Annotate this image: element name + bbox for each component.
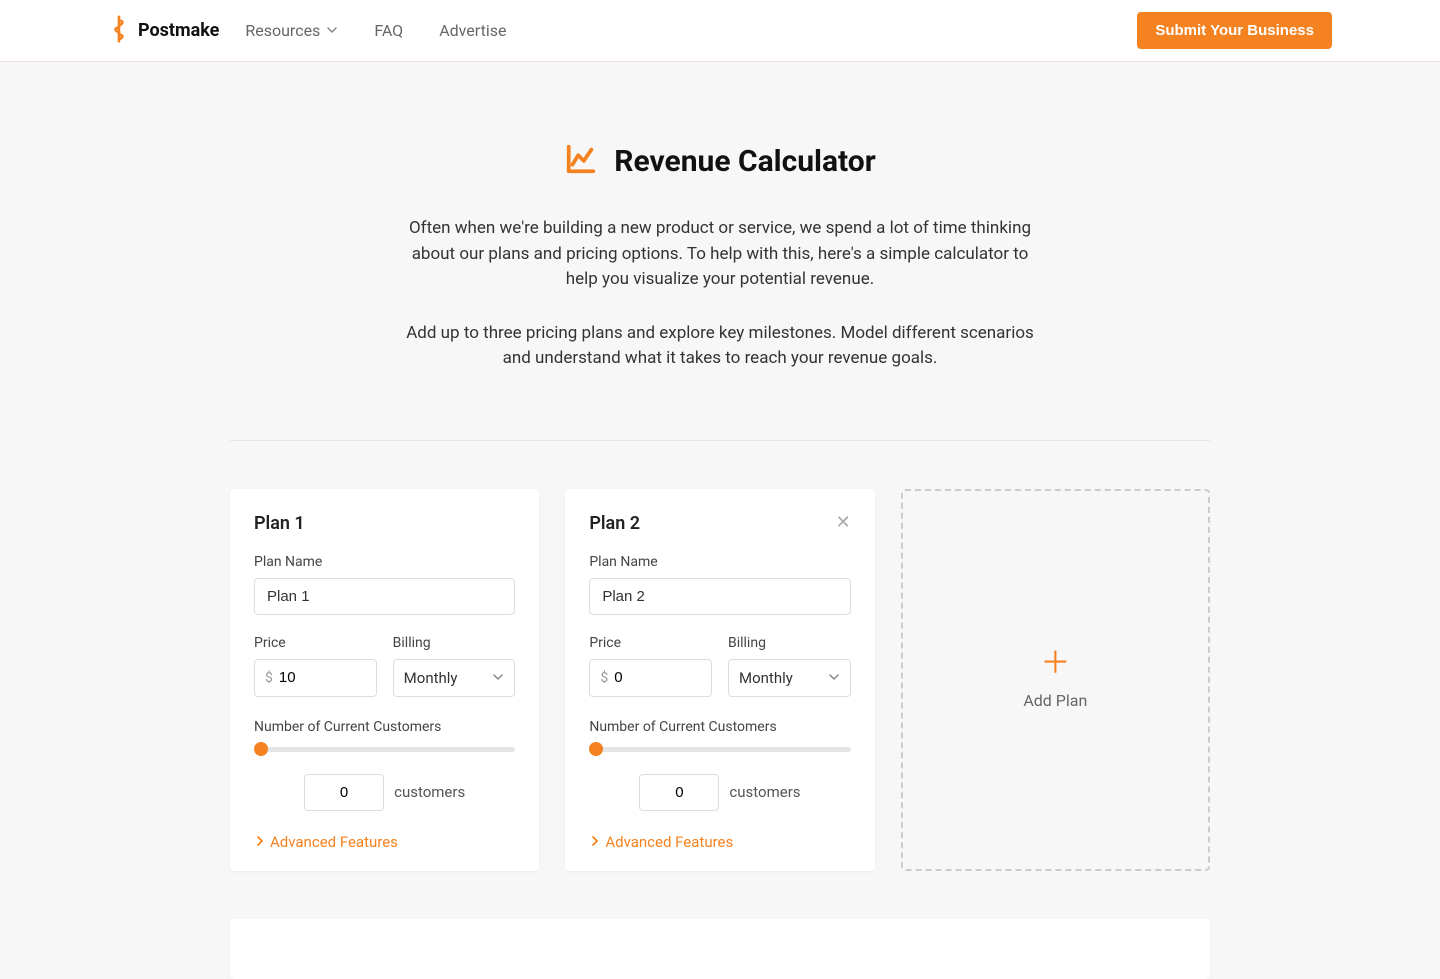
plan-1-advanced-label: Advanced Features xyxy=(270,833,398,851)
hero: Revenue Calculator Often when we're buil… xyxy=(230,142,1210,441)
plan-1-price-input[interactable] xyxy=(279,669,366,686)
plan-2-price-input[interactable] xyxy=(614,669,701,686)
currency-symbol: $ xyxy=(265,670,273,686)
plan-2-price-field[interactable]: $ xyxy=(589,659,712,697)
plan-2-billing-label: Billing xyxy=(728,635,851,651)
hero-paragraph-2: Add up to three pricing plans and explor… xyxy=(400,321,1040,372)
currency-symbol: $ xyxy=(600,670,608,686)
plan-2-name-label: Plan Name xyxy=(589,554,850,570)
plan-2-price-label: Price xyxy=(589,635,712,651)
chevron-down-icon xyxy=(828,668,840,687)
plan-2-billing-select[interactable]: Monthly xyxy=(728,659,851,697)
add-plan-button[interactable]: ＋ Add Plan xyxy=(901,489,1210,871)
plans-grid: Plan 1 Plan Name Price $ Billing Monthly xyxy=(230,489,1210,919)
plan-1-customers-slider[interactable] xyxy=(254,747,515,752)
nav-faq-label: FAQ xyxy=(374,21,403,40)
main-nav: Resources FAQ Advertise xyxy=(245,21,506,40)
page-content: Revenue Calculator Often when we're buil… xyxy=(230,62,1210,979)
chevron-down-icon xyxy=(492,668,504,687)
results-panel xyxy=(230,919,1210,979)
chart-line-icon xyxy=(564,142,598,180)
plan-2-customers-slider[interactable] xyxy=(589,747,850,752)
plan-2-title: Plan 2 xyxy=(589,513,640,534)
logo-icon xyxy=(108,15,130,47)
plan-2-advanced-toggle[interactable]: Advanced Features xyxy=(589,833,850,851)
brand-name: Postmake xyxy=(138,20,219,41)
plan-2-customers-input[interactable] xyxy=(639,774,719,811)
plan-1-price-label: Price xyxy=(254,635,377,651)
plus-icon: ＋ xyxy=(1040,649,1070,679)
plan-card-2: Plan 2 ✕ Plan Name Price $ Billing Month… xyxy=(565,489,874,871)
chevron-right-icon xyxy=(254,833,266,851)
plan-2-name-input[interactable] xyxy=(589,578,850,615)
plan-2-customers-label: Number of Current Customers xyxy=(589,719,850,735)
submit-business-label: Submit Your Business xyxy=(1155,22,1314,39)
nav-advertise[interactable]: Advertise xyxy=(439,21,506,40)
hero-paragraph-1: Often when we're building a new product … xyxy=(400,216,1040,293)
plan-1-customers-input[interactable] xyxy=(304,774,384,811)
nav-resources[interactable]: Resources xyxy=(245,21,338,40)
plan-1-billing-select[interactable]: Monthly xyxy=(393,659,516,697)
plan-1-title: Plan 1 xyxy=(254,513,305,534)
plan-2-customers-suffix: customers xyxy=(729,783,800,801)
slider-thumb[interactable] xyxy=(589,742,603,756)
plan-2-billing-value: Monthly xyxy=(739,669,793,687)
nav-advertise-label: Advertise xyxy=(439,21,506,40)
close-icon[interactable]: ✕ xyxy=(836,514,851,532)
slider-thumb[interactable] xyxy=(254,742,268,756)
plan-2-advanced-label: Advanced Features xyxy=(605,833,733,851)
plan-1-header: Plan 1 xyxy=(254,513,515,534)
brand-logo[interactable]: Postmake xyxy=(108,15,219,47)
submit-business-button[interactable]: Submit Your Business xyxy=(1137,12,1332,49)
chevron-down-icon xyxy=(326,21,338,40)
plan-1-price-field[interactable]: $ xyxy=(254,659,377,697)
plan-1-billing-value: Monthly xyxy=(404,669,458,687)
plan-1-customers-label: Number of Current Customers xyxy=(254,719,515,735)
top-nav: Postmake Resources FAQ Advertise Submit … xyxy=(0,0,1440,62)
hero-title-row: Revenue Calculator xyxy=(270,142,1170,180)
page-title: Revenue Calculator xyxy=(614,144,875,179)
topbar-left: Postmake Resources FAQ Advertise xyxy=(108,15,506,47)
plan-2-header: Plan 2 ✕ xyxy=(589,513,850,534)
add-plan-label: Add Plan xyxy=(1023,691,1087,710)
nav-resources-label: Resources xyxy=(245,21,320,40)
plan-1-billing-label: Billing xyxy=(393,635,516,651)
plan-1-name-input[interactable] xyxy=(254,578,515,615)
plan-1-name-label: Plan Name xyxy=(254,554,515,570)
plan-1-customers-suffix: customers xyxy=(394,783,465,801)
plan-card-1: Plan 1 Plan Name Price $ Billing Monthly xyxy=(230,489,539,871)
plan-1-advanced-toggle[interactable]: Advanced Features xyxy=(254,833,515,851)
nav-faq[interactable]: FAQ xyxy=(374,21,403,40)
chevron-right-icon xyxy=(589,833,601,851)
